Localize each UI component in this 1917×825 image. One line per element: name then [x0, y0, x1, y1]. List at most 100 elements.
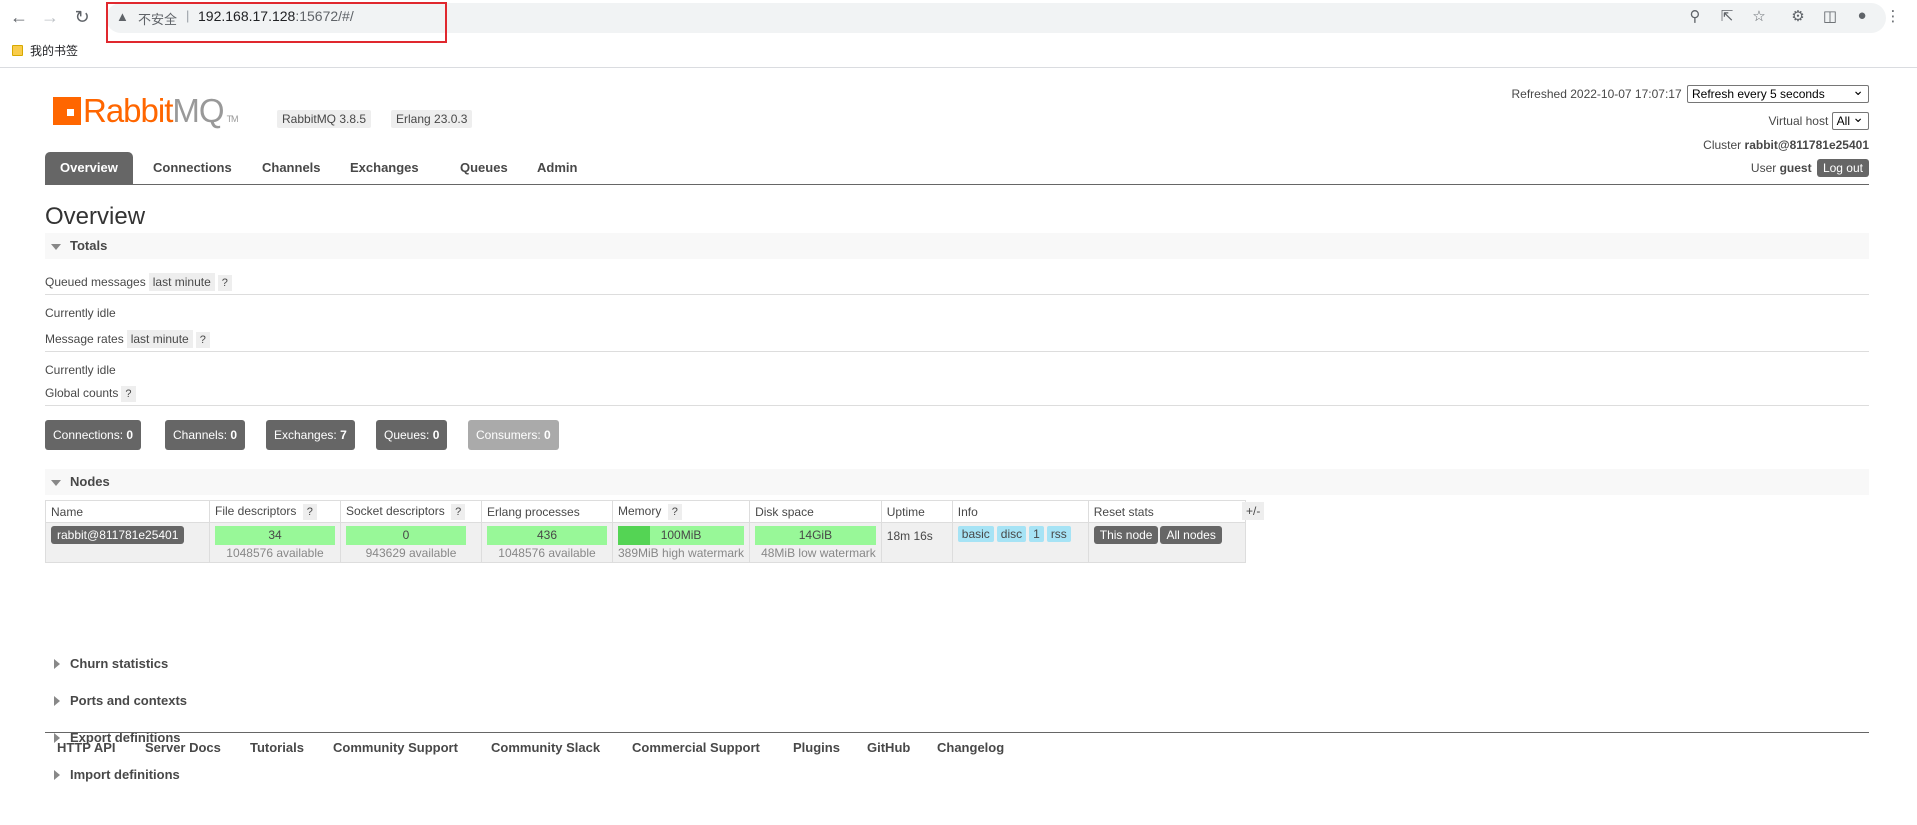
- key-icon[interactable]: ⚲: [1684, 7, 1706, 27]
- ports-contexts-toggle[interactable]: Ports and contexts: [45, 688, 1869, 714]
- memory-fill: [618, 526, 651, 545]
- footer-link-tutorials[interactable]: Tutorials: [250, 740, 304, 755]
- uptime-cell: 18m 16s: [880, 522, 953, 563]
- cluster-label: Cluster: [1703, 138, 1742, 152]
- footer-link-http-api[interactable]: HTTP API: [57, 740, 116, 755]
- col-disk-space-label: Disk space: [755, 504, 814, 519]
- extensions-icon[interactable]: ⚙: [1787, 7, 1809, 27]
- tab-exchanges[interactable]: Exchanges: [335, 152, 434, 184]
- queues-count-value: 0: [432, 428, 440, 442]
- connections-count-button[interactable]: Connections: 0: [45, 420, 142, 450]
- footer-links: HTTP API Server Docs Tutorials Community…: [45, 732, 1869, 755]
- footer-link-community-support[interactable]: Community Support: [333, 740, 458, 755]
- erlang-bar: 436: [487, 526, 607, 545]
- erlang-cell: 436 1048576 available: [481, 522, 613, 563]
- consumers-count-button[interactable]: Consumers: 0: [468, 420, 559, 450]
- info-tag-rss: rss: [1046, 526, 1071, 542]
- reload-icon[interactable]: ↻: [70, 6, 94, 28]
- col-name-label: Name: [51, 504, 84, 519]
- reset-this-node-button[interactable]: This node: [1093, 526, 1159, 544]
- col-file-descriptors-label: File descriptors: [215, 503, 297, 518]
- column-toggle-button[interactable]: +/-: [1242, 502, 1265, 520]
- sd-bar: 0: [346, 526, 466, 545]
- tab-overview[interactable]: Overview: [45, 152, 133, 184]
- churn-statistics-toggle[interactable]: Churn statistics: [45, 651, 1869, 677]
- reset-all-nodes-button[interactable]: All nodes: [1160, 526, 1222, 544]
- bookmark-folder[interactable]: 我的书签: [12, 42, 78, 59]
- side-panel-icon[interactable]: ◫: [1819, 7, 1841, 27]
- col-memory-label: Memory: [618, 503, 662, 518]
- collapsed-triangle-icon: [54, 659, 60, 669]
- footer-link-community-slack[interactable]: Community Slack: [491, 740, 600, 755]
- url-separator: |: [186, 8, 190, 23]
- sd-cell: 0 943629 available: [340, 522, 482, 563]
- consumers-count-label: Consumers:: [476, 428, 541, 442]
- fd-help-button[interactable]: ?: [302, 503, 317, 520]
- import-definitions-toggle[interactable]: Import definitions: [45, 762, 1869, 788]
- totals-heading: Totals: [70, 238, 108, 253]
- star-icon[interactable]: ☆: [1748, 7, 1770, 27]
- info-cell: basic disc 1 rss: [951, 522, 1089, 563]
- warning-icon[interactable]: ▲: [116, 9, 129, 24]
- refresh-interval-select[interactable]: Refresh every 5 seconds: [1687, 82, 1869, 103]
- message-rates-row: Message rates last minute?: [45, 330, 1869, 352]
- nodes-heading: Nodes: [70, 474, 110, 489]
- fd-bar: 34: [215, 526, 335, 545]
- node-name-cell: rabbit@811781e25401: [45, 522, 210, 563]
- node-name-link[interactable]: rabbit@811781e25401: [51, 526, 185, 544]
- share-icon[interactable]: ⇱: [1716, 7, 1738, 27]
- tab-admin[interactable]: Admin: [522, 152, 592, 184]
- forward-arrow-icon[interactable]: →: [38, 6, 62, 28]
- insecure-label[interactable]: 不安全: [138, 9, 177, 28]
- rabbitmq-logo[interactable]: RabbitMQ TM: [53, 92, 239, 130]
- rates-help-button[interactable]: ?: [195, 332, 210, 348]
- vhost-label: Virtual host: [1768, 114, 1829, 128]
- uptime-value: 18m 16s: [886, 529, 933, 543]
- erlang-used: 436: [536, 528, 558, 542]
- queued-help-button[interactable]: ?: [217, 275, 232, 291]
- footer-link-plugins[interactable]: Plugins: [793, 740, 840, 755]
- rates-range-selector[interactable]: last minute: [126, 330, 193, 348]
- memory-cell: 100MiB 389MiB high watermark: [611, 522, 751, 563]
- footer-link-github[interactable]: GitHub: [867, 740, 910, 755]
- tab-connections[interactable]: Connections: [138, 152, 247, 184]
- cluster-name: rabbit@811781e25401: [1744, 138, 1869, 152]
- global-counts-row: Global counts?: [45, 386, 1869, 406]
- footer-link-changelog[interactable]: Changelog: [937, 740, 1004, 755]
- info-tag-count: 1: [1029, 526, 1044, 542]
- logo-mq-text: MQ: [172, 92, 224, 129]
- profile-avatar-icon[interactable]: ●: [1851, 7, 1873, 27]
- sd-available: 943629 available: [365, 546, 457, 560]
- nodes-section-toggle[interactable]: Nodes: [45, 469, 1869, 495]
- vhost-select[interactable]: All: [1831, 109, 1869, 130]
- queued-range-selector[interactable]: last minute: [148, 273, 215, 291]
- col-uptime-label: Uptime: [886, 504, 925, 519]
- info-tag-basic: basic: [957, 526, 994, 542]
- tab-queues[interactable]: Queues: [445, 152, 523, 184]
- reset-cell: This node All nodes: [1087, 522, 1246, 563]
- channels-count-button[interactable]: Channels: 0: [165, 420, 246, 450]
- back-arrow-icon[interactable]: ←: [7, 6, 31, 28]
- page-title: Overview: [45, 203, 146, 230]
- memory-help-button[interactable]: ?: [667, 503, 682, 520]
- rabbitmq-version: RabbitMQ 3.8.5: [277, 110, 372, 128]
- fd-available: 1048576 available: [226, 546, 324, 560]
- col-socket-descriptors-label: Socket descriptors: [346, 503, 445, 518]
- exchanges-count-button[interactable]: Exchanges: 7: [266, 420, 355, 450]
- tab-channels[interactable]: Channels: [247, 152, 336, 184]
- queues-count-button[interactable]: Queues: 0: [376, 420, 448, 450]
- memory-used: 100MiB: [660, 528, 702, 542]
- global-help-button[interactable]: ?: [121, 386, 136, 402]
- footer-link-commercial-support[interactable]: Commercial Support: [632, 740, 760, 755]
- col-info-label: Info: [957, 504, 978, 519]
- import-definitions-heading: Import definitions: [70, 767, 180, 782]
- sd-help-button[interactable]: ?: [451, 503, 466, 520]
- footer-link-server-docs[interactable]: Server Docs: [145, 740, 221, 755]
- menu-kebab-icon[interactable]: ⋮: [1882, 7, 1904, 27]
- url-text[interactable]: 192.168.17.128:15672/#/: [198, 8, 354, 24]
- browser-chrome: ← → ↻ ▲ 不安全 | 192.168.17.128:15672/#/ ⚲ …: [0, 0, 1917, 68]
- refresh-row: Refreshed 2022-10-07 17:07:17 Refresh ev…: [1512, 82, 1869, 103]
- memory-watermark: 389MiB high watermark: [618, 546, 745, 560]
- expanded-triangle-icon: [51, 244, 61, 250]
- totals-section-toggle[interactable]: Totals: [45, 233, 1869, 259]
